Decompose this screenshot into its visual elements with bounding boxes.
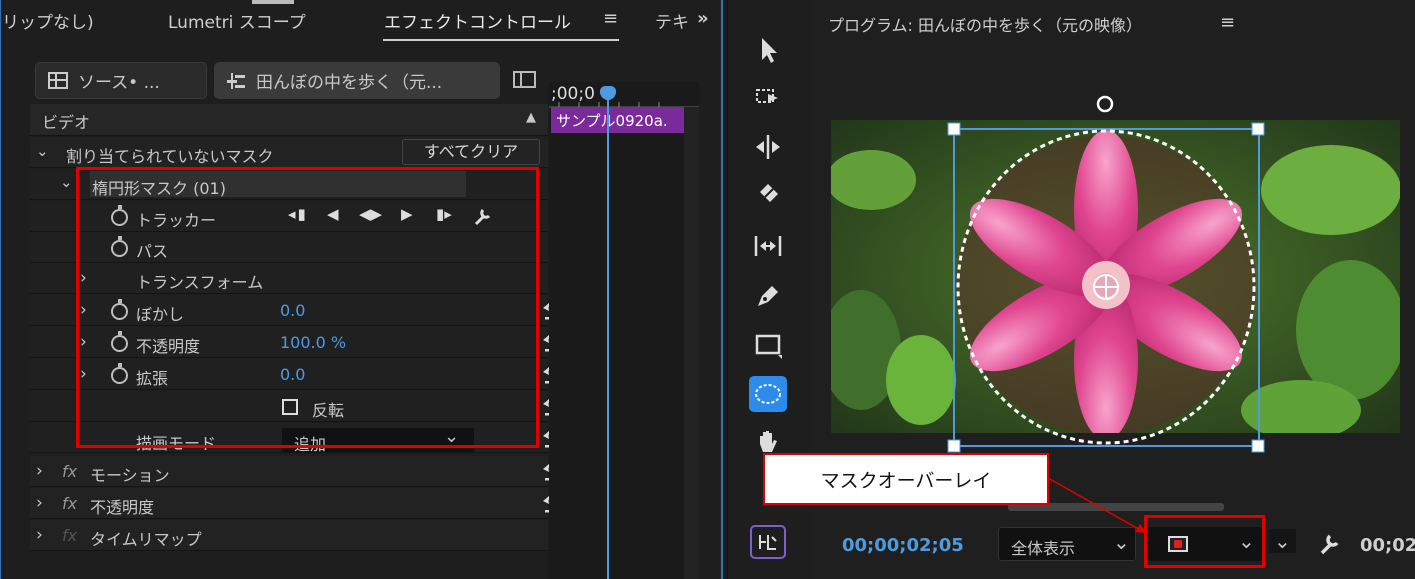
opacity-fx-row: › fx 不透明度 [30,488,565,519]
tab-effect-controls[interactable]: エフェクトコントロール [384,8,571,33]
sequence-icon [227,72,245,89]
motion-row: › fx モーション [30,456,565,487]
mask-handle[interactable] [1251,439,1265,453]
top-strip [252,0,294,4]
callout-arrow [1047,477,1146,533]
mask-handle[interactable] [1251,122,1265,136]
chevron-right-icon[interactable]: › [36,493,43,513]
ellipse-tool-icon [755,384,781,404]
chevron-down-icon[interactable]: ⌄ [60,173,73,191]
settings-wrench-icon[interactable] [1318,532,1342,556]
video-section-header: ビデオ ▲ [30,104,548,136]
active-tab-underline [383,39,619,41]
monitor-title: プログラム: 田んぼの中を歩く（元の映像） [828,16,1142,35]
collapse-up-icon[interactable]: ▲ [526,110,536,125]
tab-lumetri-scopes[interactable]: Lumetri スコープ [168,8,306,33]
monitor-timecode[interactable]: 00;00;02;05 [842,535,964,556]
fx-icon[interactable]: fx [62,462,77,481]
playhead-line[interactable] [607,92,609,579]
track-select-tool-icon[interactable] [750,80,786,116]
chevron-right-icon[interactable]: › [36,461,43,481]
rotation-handle[interactable] [1096,95,1114,113]
motion-label: モーション [90,466,170,485]
razor-tool-icon[interactable] [750,178,786,214]
rectangle-tool-icon[interactable] [750,327,786,363]
mini-timeline[interactable]: ;00;0 サンプル0920a. [549,82,699,579]
unassigned-mask-label: 割り当てられていないマスク [66,147,274,166]
snap-tool-icon [759,535,777,550]
opacity-fx-label: 不透明度 [90,498,155,517]
mask-handle[interactable] [947,439,961,453]
chevron-right-icon[interactable]: › [36,525,43,545]
unassigned-mask-row: ⌄ 割り当てられていないマスク すべてクリア [30,137,548,168]
overflow-tabs-icon[interactable]: » [697,8,709,29]
source-clip-button[interactable]: ソース• ... [35,62,207,99]
mask-overlay-highlight [1144,515,1265,568]
pen-tool-icon[interactable] [750,278,786,314]
tab-clip-none[interactable]: リップなし) [2,8,94,33]
timeline-gutter [684,107,699,579]
grid-icon [48,71,68,89]
sequence-clip-button[interactable]: 田んぼの中を歩く（元... [214,62,500,99]
effect-controls-panel: リップなし) Lumetri スコープ エフェクトコントロール ≡ テキ » ソ… [0,0,723,579]
panel-menu-icon[interactable]: ≡ [603,8,618,29]
time-remap-row: › fx タイムリマップ [30,520,548,551]
fx-icon[interactable]: fx [62,494,77,513]
sequence-clip-label: 田んぼの中を歩く（元... [256,73,443,93]
more-options-chevron-icon[interactable]: ⌄ [1269,529,1296,553]
panel-toggle-icon[interactable] [513,70,537,90]
fx-icon[interactable]: fx [62,526,77,545]
time-remap-label: タイムリマップ [90,530,202,549]
clear-all-button[interactable]: すべてクリア [402,139,540,165]
mask-overlay[interactable] [940,90,1270,460]
selection-tool-icon[interactable] [750,32,786,68]
monitor-timecode-right: 00;02 [1360,535,1415,556]
source-clip-label: ソース• ... [78,73,160,93]
timeline-clip[interactable]: サンプル0920a. [551,107,684,133]
tab-text[interactable]: テキ [655,8,689,33]
slip-tool-icon[interactable] [750,228,786,264]
chevron-down-icon[interactable]: ⌄ [36,142,49,160]
monitor-menu-icon[interactable]: ≡ [1220,12,1235,33]
snap-tool-button[interactable] [750,525,786,559]
mask-properties-highlight [76,167,539,448]
mask-overlay-callout: マスクオーバーレイ [763,453,1049,505]
mask-handle[interactable] [947,122,961,136]
video-section-label: ビデオ [42,113,91,132]
ripple-edit-tool-icon[interactable] [750,129,786,165]
ellipse-mask-tool-button[interactable] [749,376,787,412]
